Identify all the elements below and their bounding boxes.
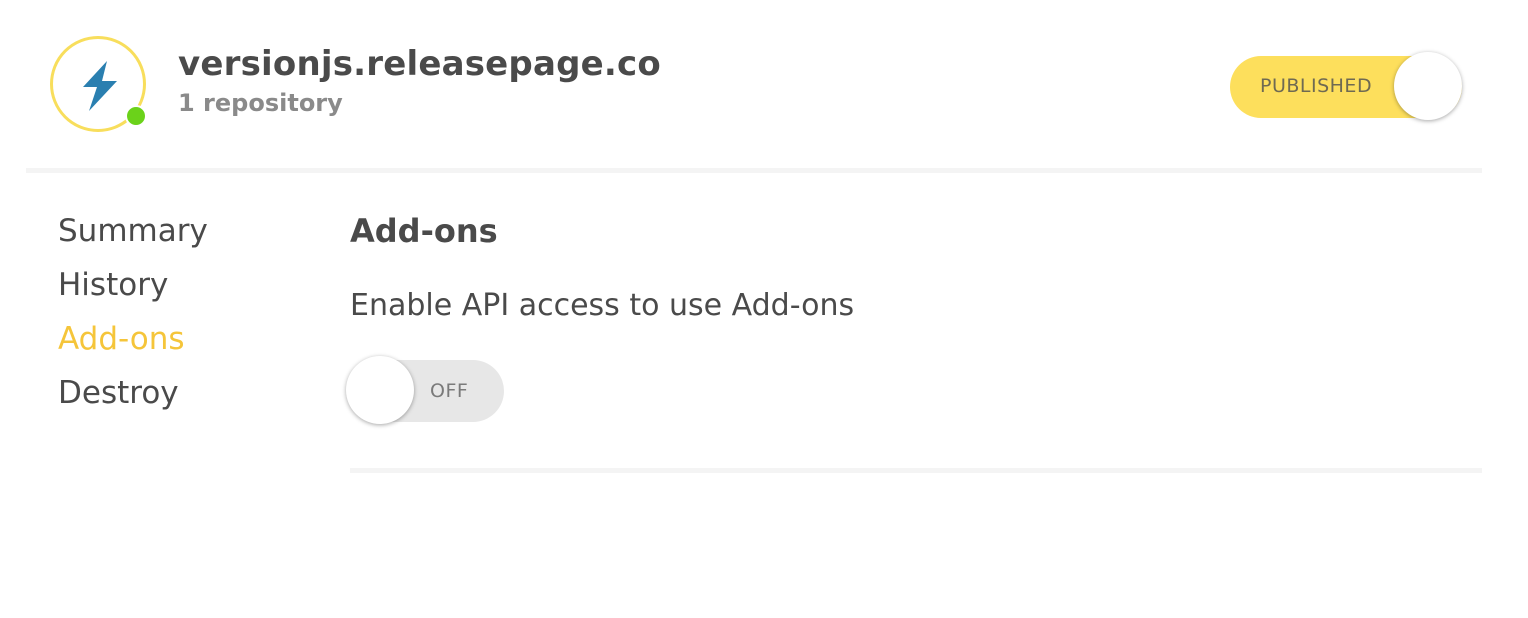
section-divider (350, 468, 1482, 473)
published-toggle-label: PUBLISHED (1260, 75, 1373, 97)
section-description: Enable API access to use Add-ons (350, 288, 855, 323)
header-divider (26, 168, 1482, 173)
sidebar-item-destroy[interactable]: Destroy (58, 370, 318, 424)
sidebar-item-add-ons[interactable]: Add-ons (58, 316, 318, 370)
section-title: Add-ons (350, 212, 498, 250)
online-status-dot (125, 105, 147, 127)
api-access-toggle-label: OFF (430, 380, 469, 402)
lightning-bolt-icon (83, 61, 117, 111)
sidebar-item-summary[interactable]: Summary (58, 208, 318, 262)
api-access-toggle[interactable]: OFF (346, 356, 504, 424)
sidebar-nav: Summary History Add-ons Destroy (58, 208, 318, 424)
published-toggle[interactable]: PUBLISHED (1230, 52, 1462, 120)
site-title: versionjs.releasepage.co (178, 44, 661, 84)
page-header: versionjs.releasepage.co 1 repository PU… (0, 0, 1528, 172)
api-access-toggle-knob[interactable] (346, 356, 414, 424)
sidebar-item-history[interactable]: History (58, 262, 318, 316)
published-toggle-knob[interactable] (1394, 52, 1462, 120)
repository-count: 1 repository (178, 89, 343, 117)
